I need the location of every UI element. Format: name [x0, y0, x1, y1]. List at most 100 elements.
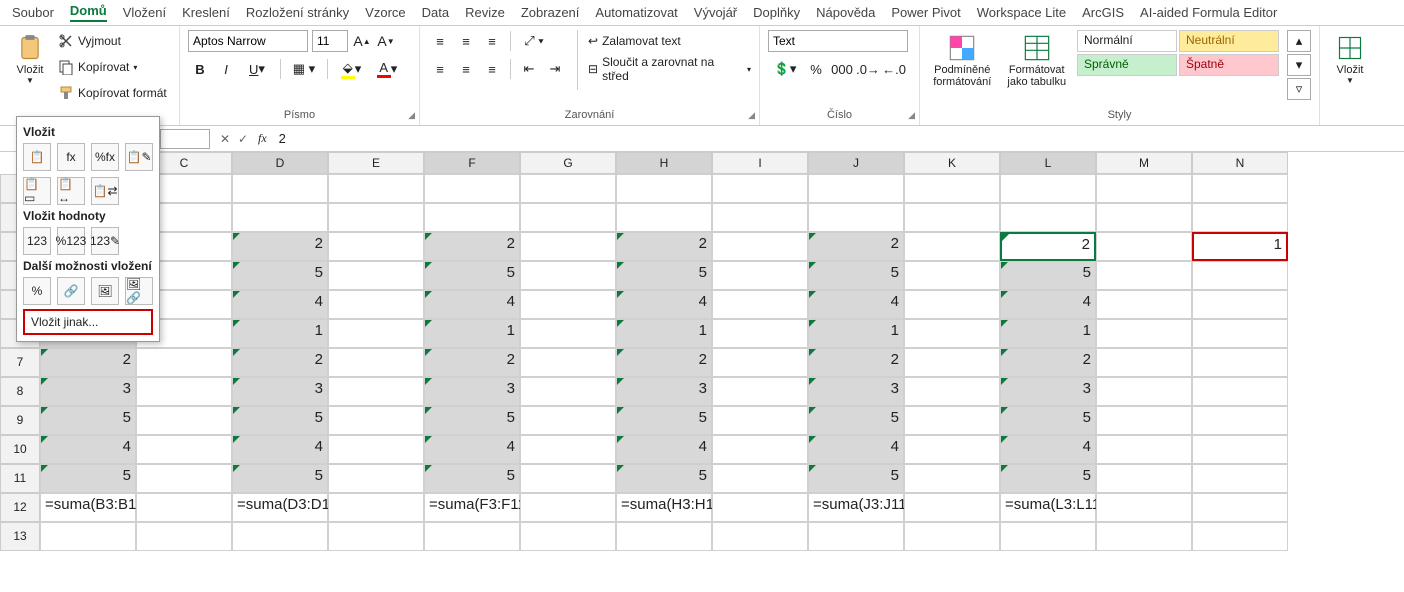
cell-M12[interactable] — [1096, 493, 1192, 522]
tab-rozlozeni[interactable]: Rozložení stránky — [246, 5, 349, 20]
cell-I7[interactable] — [712, 348, 808, 377]
cancel-formula-button[interactable]: ✕ — [216, 132, 234, 146]
cell-K8[interactable] — [904, 377, 1000, 406]
cell-I13[interactable] — [712, 522, 808, 551]
cell-G1[interactable] — [520, 174, 616, 203]
row-header-7[interactable]: 7 — [0, 348, 40, 377]
cell-J2[interactable] — [808, 203, 904, 232]
tab-ai-formula[interactable]: AI-aided Formula Editor — [1140, 5, 1277, 20]
paste-link-icon[interactable]: 🔗 — [57, 277, 85, 305]
fx-icon[interactable]: fx — [258, 131, 267, 146]
font-color-button[interactable]: A ▾ — [370, 58, 404, 80]
cell-D5[interactable]: 4 — [232, 290, 328, 319]
cell-H7[interactable]: 2 — [616, 348, 712, 377]
cell-H13[interactable] — [616, 522, 712, 551]
cell-J5[interactable]: 4 — [808, 290, 904, 319]
cell-H6[interactable]: 1 — [616, 319, 712, 348]
tab-vzorce[interactable]: Vzorce — [365, 5, 405, 20]
cell-E13[interactable] — [328, 522, 424, 551]
cell-K1[interactable] — [904, 174, 1000, 203]
cell-I9[interactable] — [712, 406, 808, 435]
cell-J6[interactable]: 1 — [808, 319, 904, 348]
cell-E11[interactable] — [328, 464, 424, 493]
cell-D4[interactable]: 5 — [232, 261, 328, 290]
orientation-button[interactable]: ⤢ ▾ — [517, 30, 551, 52]
col-header-M[interactable]: M — [1096, 152, 1192, 174]
align-middle-button[interactable]: ≡ — [454, 30, 478, 52]
cell-D12[interactable]: =suma(D3:D11) — [232, 493, 328, 522]
tab-arcgis[interactable]: ArcGIS — [1082, 5, 1124, 20]
cell-F9[interactable]: 5 — [424, 406, 520, 435]
cell-N8[interactable] — [1192, 377, 1288, 406]
cell-K9[interactable] — [904, 406, 1000, 435]
cell-D9[interactable]: 5 — [232, 406, 328, 435]
cell-H8[interactable]: 3 — [616, 377, 712, 406]
cell-G9[interactable] — [520, 406, 616, 435]
cell-F10[interactable]: 4 — [424, 435, 520, 464]
col-header-F[interactable]: F — [424, 152, 520, 174]
cell-E3[interactable] — [328, 232, 424, 261]
formula-input[interactable]: 2 — [273, 131, 1404, 146]
col-header-G[interactable]: G — [520, 152, 616, 174]
cell-K7[interactable] — [904, 348, 1000, 377]
paste-picture-icon[interactable]: 🖼 — [91, 277, 119, 305]
cell-C11[interactable] — [136, 464, 232, 493]
col-header-E[interactable]: E — [328, 152, 424, 174]
cell-F5[interactable]: 4 — [424, 290, 520, 319]
cell-K2[interactable] — [904, 203, 1000, 232]
cell-G7[interactable] — [520, 348, 616, 377]
cell-F4[interactable]: 5 — [424, 261, 520, 290]
cell-M11[interactable] — [1096, 464, 1192, 493]
cell-L6[interactable]: 1 — [1000, 319, 1096, 348]
conditional-formatting-button[interactable]: Podmíněné formátování — [928, 30, 997, 88]
cell-E6[interactable] — [328, 319, 424, 348]
cell-N6[interactable] — [1192, 319, 1288, 348]
underline-button[interactable]: U ▾ — [240, 58, 274, 80]
cell-J1[interactable] — [808, 174, 904, 203]
cell-K10[interactable] — [904, 435, 1000, 464]
cell-E4[interactable] — [328, 261, 424, 290]
cell-B12[interactable]: =suma(B3:B11) — [40, 493, 136, 522]
paste-formatting-icon[interactable]: % — [23, 277, 51, 305]
format-as-table-button[interactable]: Formátovat jako tabulku — [1003, 30, 1072, 88]
cell-K4[interactable] — [904, 261, 1000, 290]
tab-soubor[interactable]: Soubor — [12, 5, 54, 20]
cell-N4[interactable] — [1192, 261, 1288, 290]
cell-L12[interactable]: =suma(L3:L11) — [1000, 493, 1096, 522]
cell-D6[interactable]: 1 — [232, 319, 328, 348]
align-bottom-button[interactable]: ≡ — [480, 30, 504, 52]
cut-button[interactable]: Vyjmout — [58, 30, 167, 52]
cell-D2[interactable] — [232, 203, 328, 232]
cell-styles-gallery[interactable]: Normální Neutrální Správně Špatně — [1077, 30, 1279, 76]
gallery-more-button[interactable]: ▿ — [1287, 78, 1311, 100]
align-right-button[interactable]: ≡ — [480, 58, 504, 80]
cell-G4[interactable] — [520, 261, 616, 290]
tab-automatizovat[interactable]: Automatizovat — [595, 5, 677, 20]
cell-L11[interactable]: 5 — [1000, 464, 1096, 493]
tab-doplnky[interactable]: Doplňky — [753, 5, 800, 20]
cell-D7[interactable]: 2 — [232, 348, 328, 377]
cell-G11[interactable] — [520, 464, 616, 493]
cell-E12[interactable] — [328, 493, 424, 522]
cell-I4[interactable] — [712, 261, 808, 290]
italic-button[interactable]: I — [214, 58, 238, 80]
paste-keep-source-icon[interactable]: 📋✎ — [125, 143, 153, 171]
cell-H12[interactable]: =suma(H3:H11) — [616, 493, 712, 522]
paste-formulas-icon[interactable]: fx — [57, 143, 85, 171]
paste-no-borders-icon[interactable]: 📋▭ — [23, 177, 51, 205]
cell-C8[interactable] — [136, 377, 232, 406]
col-header-H[interactable]: H — [616, 152, 712, 174]
align-left-button[interactable]: ≡ — [428, 58, 452, 80]
cell-N9[interactable] — [1192, 406, 1288, 435]
border-button[interactable]: ▦ ▾ — [287, 58, 321, 80]
cell-J4[interactable]: 5 — [808, 261, 904, 290]
cell-C9[interactable] — [136, 406, 232, 435]
cell-B11[interactable]: 5 — [40, 464, 136, 493]
cell-N5[interactable] — [1192, 290, 1288, 319]
cell-K12[interactable] — [904, 493, 1000, 522]
cell-I5[interactable] — [712, 290, 808, 319]
style-bad[interactable]: Špatně — [1179, 54, 1279, 76]
style-neutral[interactable]: Neutrální — [1179, 30, 1279, 52]
cell-H5[interactable]: 4 — [616, 290, 712, 319]
cell-N13[interactable] — [1192, 522, 1288, 551]
